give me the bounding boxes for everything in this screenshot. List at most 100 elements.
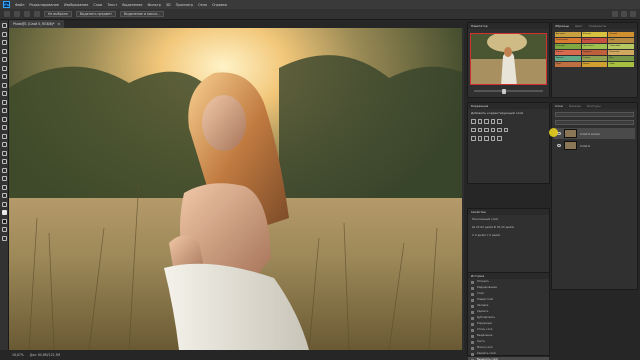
subtract-selection-icon[interactable]: [24, 11, 30, 17]
menu-edit[interactable]: Редактирование: [29, 3, 59, 7]
properties-title[interactable]: Свойства: [471, 209, 486, 215]
swatch-item[interactable]: Бирюза: [555, 56, 581, 61]
menu-window[interactable]: Окно: [198, 3, 207, 7]
swatch-item[interactable]: Лайм: [608, 62, 634, 67]
invert-icon[interactable]: [471, 136, 476, 141]
blur-tool-icon[interactable]: [1, 133, 7, 139]
eraser-tool-icon[interactable]: [1, 116, 7, 122]
adjustments-title[interactable]: Коррекция: [471, 103, 488, 109]
shape-tool-icon[interactable]: [1, 176, 7, 181]
swatch-item[interactable]: Автоцвет: [555, 32, 581, 37]
canvas[interactable]: [9, 28, 464, 350]
intersect-selection-icon[interactable]: [34, 11, 40, 17]
threshold-icon[interactable]: [484, 136, 489, 141]
posterize-icon[interactable]: [477, 136, 482, 141]
swatch-item[interactable]: Терракот: [581, 50, 608, 55]
stamp-tool-icon[interactable]: [1, 99, 7, 105]
swatch-item[interactable]: Светло-зел.: [581, 44, 608, 49]
channel-mixer-icon[interactable]: [497, 127, 502, 132]
marquee-tool-icon[interactable]: [1, 31, 7, 37]
swatch-item[interactable]: Теплый: [608, 32, 634, 37]
select-subject-button[interactable]: Выделить предмет: [75, 11, 116, 17]
hand-tool-icon[interactable]: [1, 184, 7, 190]
quick-select-tool-icon[interactable]: [1, 48, 7, 54]
zoom-slider-knob[interactable]: [501, 88, 506, 94]
marquee-icon[interactable]: [4, 11, 10, 17]
pen-tool-icon[interactable]: [1, 150, 7, 156]
selective-color-icon[interactable]: [497, 136, 502, 141]
background-color-swatch[interactable]: [1, 218, 7, 224]
more-tools-icon[interactable]: [1, 201, 7, 207]
brush-tool-icon[interactable]: [1, 91, 7, 96]
quick-mask-icon[interactable]: [1, 227, 7, 232]
menu-layers[interactable]: Слои: [93, 3, 102, 7]
zoom-level[interactable]: 16,67%: [12, 350, 24, 360]
navigator-title[interactable]: Навигатор: [471, 23, 488, 29]
brightness-icon[interactable]: [471, 119, 476, 124]
style-dropdown[interactable]: Не выбрано: [44, 11, 72, 17]
gradient-tool-icon[interactable]: [1, 125, 7, 130]
screen-mode-icon[interactable]: [1, 235, 7, 241]
swatch-item[interactable]: Салатовый: [608, 44, 634, 49]
eye-icon[interactable]: [557, 144, 561, 147]
swatch-item[interactable]: Золото: [581, 62, 608, 67]
swatch-item[interactable]: Песочный: [608, 50, 634, 55]
layer-row-top[interactable]: Слой 0 копия: [554, 128, 635, 139]
swatch-item[interactable]: Охра: [608, 38, 634, 43]
color-lookup-icon[interactable]: [503, 127, 508, 132]
curves-icon[interactable]: [484, 119, 489, 124]
tab-paths[interactable]: Контуры: [587, 103, 601, 109]
menu-select[interactable]: Выделение: [122, 3, 142, 7]
menu-type[interactable]: Текст: [107, 3, 117, 7]
select-and-mask-button[interactable]: Выделение и маска...: [119, 11, 165, 17]
layer-row-bottom[interactable]: Слой 0: [554, 140, 635, 151]
healing-tool-icon[interactable]: [1, 82, 7, 88]
layer-name[interactable]: Слой 0 копия: [580, 132, 600, 136]
share-icon[interactable]: [630, 11, 636, 17]
exposure-icon[interactable]: [490, 119, 495, 124]
foreground-color-swatch[interactable]: [1, 210, 7, 215]
swatch-item[interactable]: Медь: [555, 62, 581, 67]
workspace-icon[interactable]: [621, 11, 627, 17]
tab-color[interactable]: Цвет: [575, 23, 583, 29]
photo-filter-icon[interactable]: [490, 127, 495, 132]
swatch-item[interactable]: Мох: [608, 56, 634, 61]
document-tab[interactable]: Photo@1 (Слой 0, RGB/8)* ×: [9, 20, 65, 28]
zoom-tool-icon[interactable]: [1, 193, 7, 198]
frame-tool-icon[interactable]: [1, 65, 7, 71]
path-select-tool-icon[interactable]: [1, 167, 7, 173]
swatch-item[interactable]: Коралл: [555, 50, 581, 55]
history-brush-tool-icon[interactable]: [1, 108, 7, 113]
menu-3d[interactable]: 3D: [166, 3, 171, 7]
layer-name[interactable]: Слой 0: [580, 144, 590, 148]
swatch-item[interactable]: Зеленый: [555, 44, 581, 49]
properties-position[interactable]: X 0 дюйм Y 0 дюйм: [468, 231, 549, 239]
black-white-icon[interactable]: [484, 127, 489, 132]
dodge-tool-icon[interactable]: [1, 142, 7, 147]
tab-layers[interactable]: Слои: [555, 103, 563, 109]
swatch-item[interactable]: Оранжевый: [555, 38, 581, 43]
app-logo[interactable]: Ps: [3, 1, 10, 8]
layer-filter-input[interactable]: [555, 112, 634, 117]
swatch-item[interactable]: Желтый: [581, 32, 608, 37]
hue-saturation-icon[interactable]: [471, 127, 476, 132]
zoom-slider[interactable]: [474, 88, 543, 94]
color-balance-icon[interactable]: [477, 127, 482, 132]
navigator-thumbnail[interactable]: [470, 33, 547, 85]
add-selection-icon[interactable]: [14, 11, 20, 17]
swatch-item[interactable]: Оливка: [581, 56, 608, 61]
tab-swatches[interactable]: Образцы: [555, 23, 569, 29]
tab-gradients[interactable]: Градиенты: [589, 23, 607, 29]
search-icon[interactable]: [612, 11, 618, 17]
menu-file[interactable]: Файл: [15, 3, 24, 7]
menu-view[interactable]: Просмотр: [176, 3, 193, 7]
menu-filter[interactable]: Фильтр: [147, 3, 160, 7]
move-tool-icon[interactable]: [1, 23, 7, 28]
close-icon[interactable]: ×: [57, 20, 60, 28]
levels-icon[interactable]: [477, 119, 482, 124]
crop-tool-icon[interactable]: [1, 57, 7, 62]
tab-channels[interactable]: Каналы: [569, 103, 581, 109]
menu-image[interactable]: Изображение: [64, 3, 88, 7]
properties-size[interactable]: Ш 23,62 дюйм В 35,43 дюйм: [468, 223, 549, 231]
gradient-map-icon[interactable]: [490, 136, 495, 141]
